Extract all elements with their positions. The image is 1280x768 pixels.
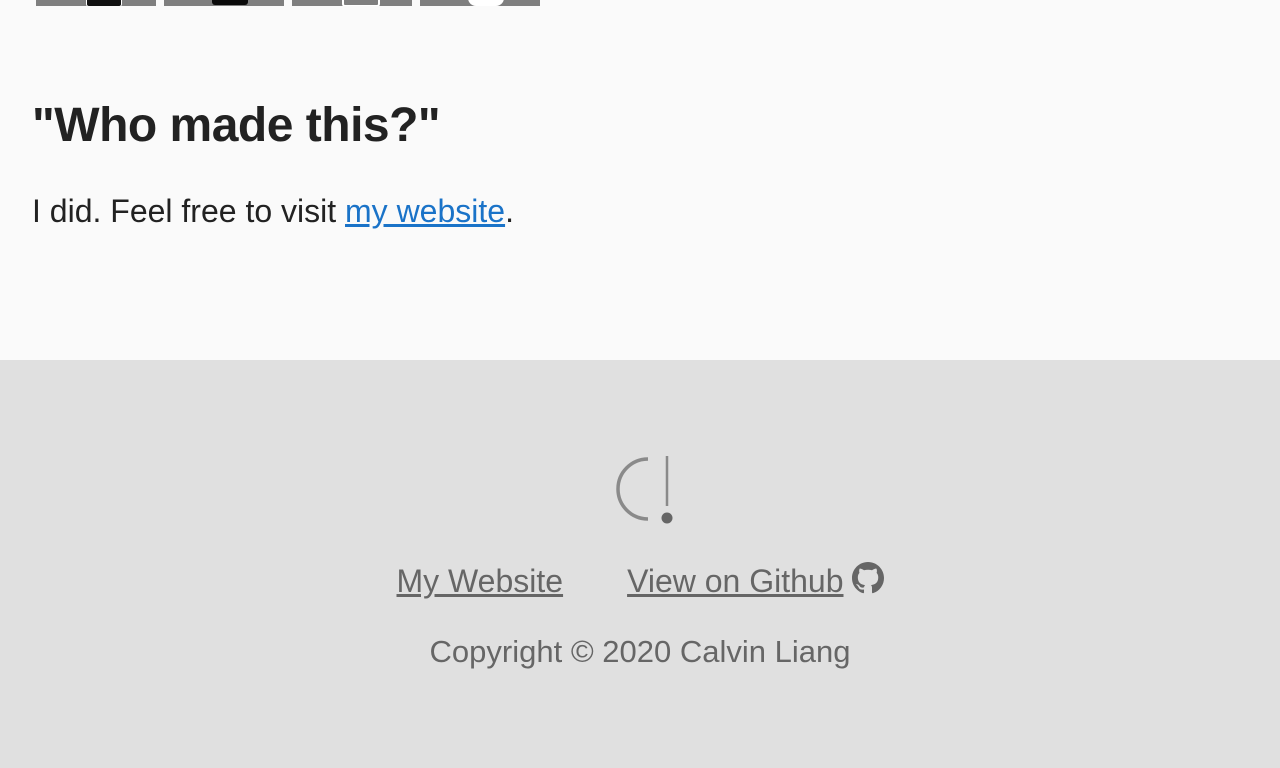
thumbnail-image xyxy=(86,0,122,6)
footer: My Website View on Github Copyright © 20… xyxy=(0,360,1280,768)
section-text-before: I did. Feel free to visit xyxy=(32,193,346,229)
thumbnail-image xyxy=(468,0,504,6)
thumbnail-3[interactable] xyxy=(292,0,412,6)
section-title: "Who made this?" xyxy=(32,99,441,152)
section-text: I did. Feel free to visit my website. xyxy=(32,193,514,230)
c-exclamation-logo-icon xyxy=(616,456,673,524)
thumbnail-image xyxy=(342,0,380,6)
view-on-github-label: View on Github xyxy=(627,563,844,599)
thumbnail-strip xyxy=(36,0,540,6)
thumbnail-4[interactable] xyxy=(420,0,540,6)
thumbnail-image xyxy=(212,0,248,5)
main-content: "Who made this?" I did. Feel free to vis… xyxy=(0,0,1280,360)
thumbnail-1[interactable] xyxy=(36,0,156,6)
footer-links: My Website View on Github xyxy=(0,561,1280,600)
footer-my-website-link[interactable]: My Website xyxy=(397,563,564,600)
copyright-text: Copyright © 2020 Calvin Liang xyxy=(429,634,851,669)
thumbnail-2[interactable] xyxy=(164,0,284,6)
view-on-github-link[interactable]: View on Github xyxy=(627,561,884,600)
my-website-link[interactable]: my website xyxy=(345,193,505,229)
section-text-after: . xyxy=(505,193,514,229)
github-icon xyxy=(851,561,884,593)
